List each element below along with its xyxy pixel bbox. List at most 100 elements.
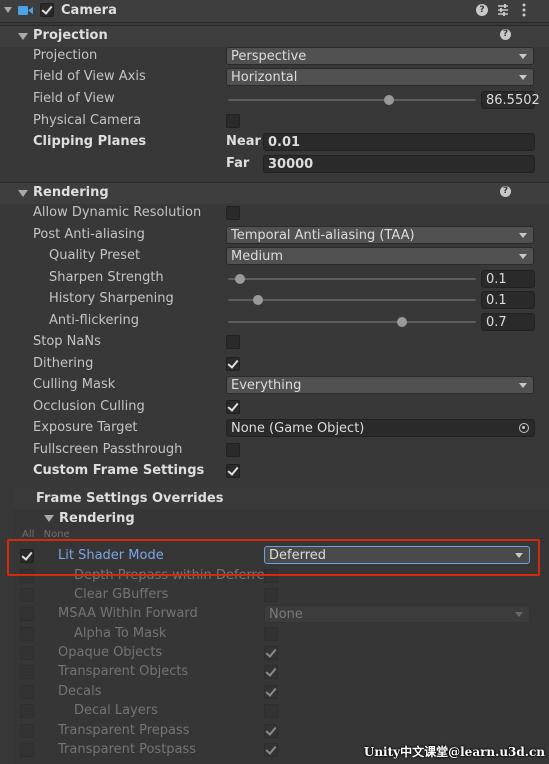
near-field[interactable]: 0.01 bbox=[263, 133, 535, 151]
frame-setting-row: Decals bbox=[0, 682, 549, 703]
anti-flickering-row: Anti-flickering 0.7 bbox=[0, 311, 549, 332]
override-checkbox[interactable] bbox=[20, 685, 34, 699]
dropdown-value: Temporal Anti-aliasing (TAA) bbox=[231, 228, 415, 243]
projection-dropdown[interactable]: Perspective bbox=[226, 47, 534, 65]
check-icon bbox=[265, 724, 277, 736]
anti-flickering-field[interactable]: 0.7 bbox=[481, 313, 535, 331]
slider-handle[interactable] bbox=[396, 317, 407, 327]
frame-setting-row: Clear GBuffers bbox=[0, 585, 549, 606]
frame-setting-row: Decal Layers bbox=[0, 701, 549, 722]
fov-axis-row: Field of View Axis Horizontal bbox=[0, 67, 549, 88]
field-label: Custom Frame Settings bbox=[33, 463, 205, 478]
chevron-down-icon bbox=[515, 612, 523, 617]
field-value: 0.7 bbox=[486, 315, 507, 330]
sharpen-strength-field[interactable]: 0.1 bbox=[481, 270, 535, 288]
allow-dynamic-resolution-checkbox[interactable] bbox=[226, 206, 240, 220]
field-label: Post Anti-aliasing bbox=[33, 227, 145, 242]
clipping-far-row: Far 30000 bbox=[0, 154, 549, 175]
quality-preset-row: Quality Preset Medium bbox=[0, 246, 549, 267]
frame-setting-checkbox[interactable] bbox=[264, 627, 278, 641]
field-value: 30000 bbox=[268, 157, 314, 172]
frame-setting-dropdown[interactable]: None bbox=[264, 605, 530, 623]
frame-setting-checkbox[interactable] bbox=[264, 646, 278, 660]
override-checkbox[interactable] bbox=[20, 646, 34, 660]
foldout-arrow-icon[interactable] bbox=[18, 190, 28, 197]
custom-frame-settings-checkbox[interactable] bbox=[226, 464, 240, 478]
check-icon bbox=[227, 357, 239, 369]
frame-setting-checkbox[interactable] bbox=[264, 685, 278, 699]
allow-dynamic-resolution-row: Allow Dynamic Resolution bbox=[0, 203, 549, 224]
field-value: 0.01 bbox=[268, 135, 301, 150]
preset-icon[interactable] bbox=[496, 3, 510, 17]
field-label: Allow Dynamic Resolution bbox=[33, 205, 202, 220]
post-anti-aliasing-row: Post Anti-aliasing Temporal Anti-aliasin… bbox=[0, 225, 549, 246]
override-checkbox[interactable] bbox=[20, 607, 34, 621]
frame-setting-label: Opaque Objects bbox=[58, 645, 163, 660]
stop-nans-checkbox[interactable] bbox=[226, 335, 240, 349]
occlusion-culling-checkbox[interactable] bbox=[226, 400, 240, 414]
exposure-target-row: Exposure Target None (Game Object) bbox=[0, 418, 549, 439]
slider-track[interactable] bbox=[228, 299, 476, 301]
dropdown-value: Medium bbox=[231, 249, 283, 264]
component-title: Camera bbox=[61, 3, 117, 18]
override-checkbox[interactable] bbox=[20, 665, 34, 679]
override-checkbox[interactable] bbox=[20, 724, 34, 738]
culling-mask-dropdown[interactable]: Everything bbox=[226, 376, 534, 394]
physical-camera-checkbox[interactable] bbox=[226, 114, 240, 128]
help-icon[interactable]: ? bbox=[500, 29, 511, 40]
help-icon[interactable]: ? bbox=[476, 4, 488, 16]
frame-settings-subheader[interactable]: Rendering bbox=[14, 509, 549, 529]
slider-track[interactable] bbox=[228, 321, 476, 323]
field-label: Stop NaNs bbox=[33, 334, 101, 349]
far-field[interactable]: 30000 bbox=[263, 155, 535, 173]
foldout-arrow-icon[interactable] bbox=[44, 515, 54, 522]
frame-setting-label: Transparent Postpass bbox=[58, 742, 197, 757]
frame-setting-checkbox[interactable] bbox=[264, 588, 278, 602]
field-label: Occlusion Culling bbox=[33, 399, 145, 414]
fov-axis-dropdown[interactable]: Horizontal bbox=[226, 68, 534, 86]
frame-setting-checkbox[interactable] bbox=[264, 724, 278, 738]
dropdown-value: Perspective bbox=[231, 49, 307, 64]
fullscreen-passthrough-checkbox[interactable] bbox=[226, 443, 240, 457]
field-label: Projection bbox=[33, 48, 98, 63]
dropdown-value: Horizontal bbox=[231, 70, 298, 85]
watermark: Unity中文课堂@learn.u3d.cn bbox=[363, 745, 545, 759]
object-picker-icon[interactable] bbox=[519, 423, 529, 433]
override-checkbox[interactable] bbox=[20, 704, 34, 718]
slider-handle[interactable] bbox=[252, 295, 263, 305]
frame-settings-title: Frame Settings Overrides bbox=[36, 491, 224, 506]
help-icon[interactable]: ? bbox=[500, 186, 511, 197]
foldout-arrow-icon[interactable] bbox=[18, 33, 28, 40]
field-label: Physical Camera bbox=[33, 113, 142, 128]
slider-track[interactable] bbox=[228, 278, 476, 280]
frame-setting-row: MSAA Within Forward None bbox=[0, 604, 549, 625]
quality-preset-dropdown[interactable]: Medium bbox=[226, 247, 534, 265]
slider-handle[interactable] bbox=[235, 274, 246, 284]
projection-row: Projection Perspective bbox=[0, 46, 549, 67]
frame-setting-checkbox[interactable] bbox=[264, 704, 278, 718]
rendering-section-header[interactable]: Rendering ? bbox=[0, 182, 549, 204]
override-checkbox[interactable] bbox=[20, 743, 34, 757]
override-checkbox[interactable] bbox=[20, 588, 34, 602]
check-icon bbox=[41, 3, 53, 15]
dropdown-value: None bbox=[269, 607, 303, 622]
chevron-down-icon bbox=[519, 54, 527, 59]
frame-setting-checkbox[interactable] bbox=[264, 743, 278, 757]
exposure-target-field[interactable]: None (Game Object) bbox=[226, 419, 535, 437]
component-enabled-checkbox[interactable] bbox=[40, 3, 54, 17]
slider-track[interactable] bbox=[228, 99, 476, 101]
more-icon[interactable] bbox=[520, 2, 528, 18]
override-checkbox[interactable] bbox=[20, 627, 34, 641]
history-sharpening-field[interactable]: 0.1 bbox=[481, 291, 535, 309]
frame-setting-checkbox[interactable] bbox=[264, 665, 278, 679]
frame-setting-label: MSAA Within Forward bbox=[58, 606, 198, 621]
field-value: 0.1 bbox=[486, 293, 507, 308]
fov-value-field[interactable]: 86.5502 bbox=[481, 91, 540, 109]
post-anti-aliasing-dropdown[interactable]: Temporal Anti-aliasing (TAA) bbox=[226, 226, 534, 244]
dithering-checkbox[interactable] bbox=[226, 357, 240, 371]
projection-section-header[interactable]: Projection ? bbox=[0, 25, 549, 47]
foldout-arrow-icon[interactable] bbox=[4, 7, 12, 13]
near-label: Near bbox=[226, 134, 261, 149]
frame-setting-label: Clear GBuffers bbox=[74, 587, 169, 602]
slider-handle[interactable] bbox=[384, 95, 395, 105]
